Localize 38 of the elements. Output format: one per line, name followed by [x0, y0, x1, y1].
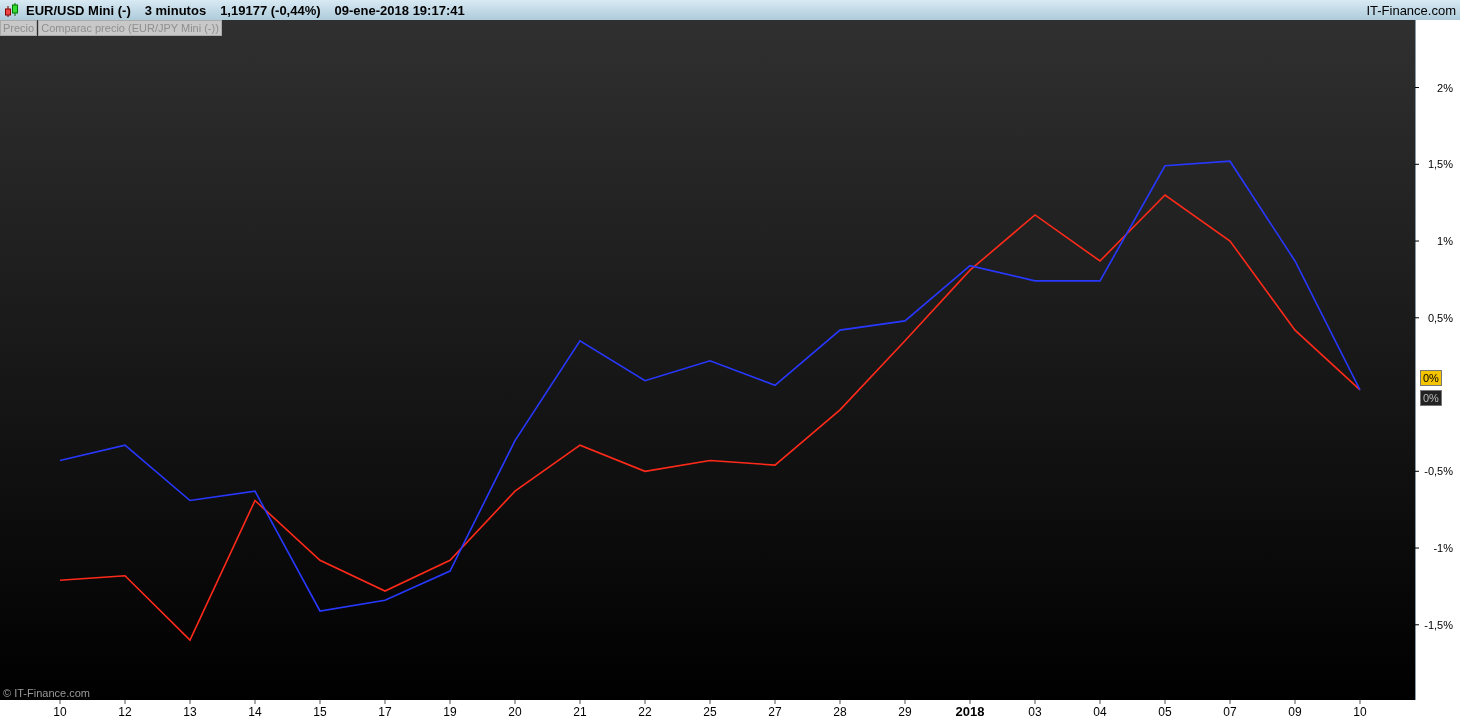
axis-label: 14: [248, 705, 262, 719]
price-badge: 0%: [1420, 370, 1442, 386]
axis-label: 03: [1028, 705, 1042, 719]
brand-label: IT-Finance.com: [1366, 2, 1456, 18]
interval-label: 3 minutos: [144, 2, 207, 18]
axis-label: 2018: [955, 704, 985, 719]
axis-label: -1,5%: [1424, 618, 1453, 631]
axis-label: 05: [1158, 705, 1172, 719]
axis-label: -0,5%: [1424, 465, 1453, 478]
axis-label: 1%: [1437, 235, 1453, 248]
price-badge: 0%: [1420, 390, 1442, 406]
legend-item[interactable]: Precio: [0, 20, 38, 36]
axis-label: 19: [443, 705, 457, 719]
axis-label: 22: [638, 705, 652, 719]
axis-label: 27: [768, 705, 782, 719]
axis-label: 07: [1223, 705, 1237, 719]
instrument-name: EUR/USD Mini (-): [26, 2, 131, 18]
axis-label: 04: [1093, 705, 1107, 719]
watermark-text: © IT-Finance.com: [3, 687, 90, 699]
axis-label: 10: [53, 705, 67, 719]
axis-label: 20: [508, 705, 522, 719]
axis-label: 29: [898, 705, 912, 719]
axis-label: 2%: [1437, 81, 1453, 94]
axis-label: 28: [833, 705, 847, 719]
axis-label: 10: [1353, 705, 1367, 719]
axis-label: 13: [183, 705, 197, 719]
candlestick-icon: [4, 2, 20, 18]
axis-label: -1%: [1433, 542, 1453, 555]
axis-label: 09: [1288, 705, 1302, 719]
axis-label: 17: [378, 705, 392, 719]
axis-label: 1,5%: [1427, 158, 1453, 171]
axis-label: 0,5%: [1427, 311, 1453, 324]
axis-label: 12: [118, 705, 132, 719]
quote-value: 1,19177 (-0,44%): [220, 2, 321, 18]
axis-label: 25: [703, 705, 717, 719]
quote-datetime: 09-ene-2018 19:17:41: [334, 2, 465, 18]
axis-label: 21: [573, 705, 587, 719]
axis-label: 15: [313, 705, 327, 719]
